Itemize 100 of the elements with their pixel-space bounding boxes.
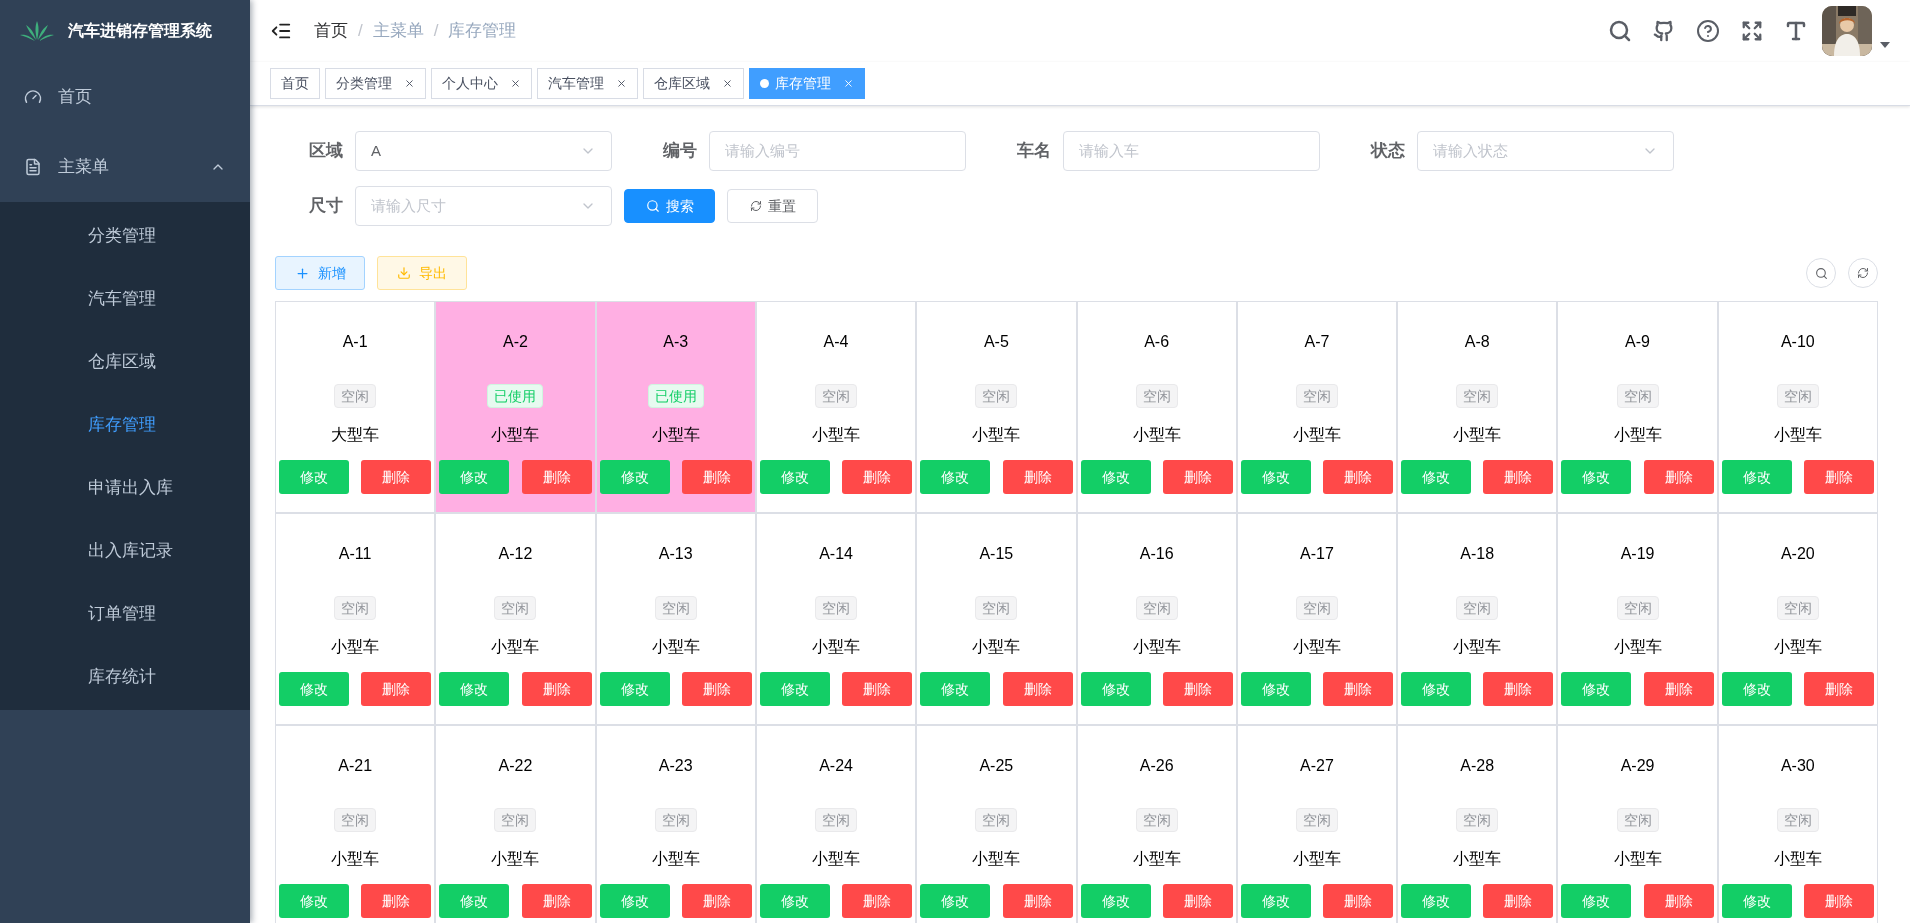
submenu-item[interactable]: 出入库记录 (0, 519, 250, 582)
help-icon[interactable] (1696, 19, 1720, 43)
search-icon[interactable] (1608, 19, 1632, 43)
edit-button[interactable]: 修改 (1240, 672, 1311, 706)
edit-button[interactable]: 修改 (1561, 884, 1632, 918)
delete-button[interactable]: 删除 (1804, 672, 1874, 706)
edit-button[interactable]: 修改 (1240, 460, 1311, 494)
car-type: 小型车 (331, 637, 380, 657)
menu-item[interactable]: 首页 (0, 62, 250, 132)
submenu-item[interactable]: 库存管理 (0, 393, 250, 456)
edit-button[interactable]: 修改 (1401, 460, 1472, 494)
close-icon[interactable] (616, 78, 627, 89)
edit-button[interactable]: 修改 (1721, 884, 1792, 918)
delete-button[interactable]: 删除 (1002, 884, 1073, 918)
submenu-item[interactable]: 分类管理 (0, 204, 250, 267)
edit-button[interactable]: 修改 (1401, 672, 1472, 706)
delete-button[interactable]: 删除 (681, 884, 752, 918)
edit-button[interactable]: 修改 (279, 672, 349, 706)
select-field[interactable]: 请输入尺寸 (355, 186, 612, 226)
edit-button[interactable]: 修改 (1240, 884, 1311, 918)
delete-button[interactable]: 删除 (1002, 672, 1073, 706)
fullscreen-icon[interactable] (1741, 20, 1763, 42)
delete-button[interactable]: 删除 (842, 884, 913, 918)
breadcrumb-item[interactable]: 首页 (314, 18, 348, 44)
close-icon[interactable] (404, 78, 415, 89)
edit-button[interactable]: 修改 (1080, 672, 1151, 706)
edit-button[interactable]: 修改 (1080, 460, 1151, 494)
tab[interactable]: 首页 (270, 68, 320, 99)
edit-button[interactable]: 修改 (759, 884, 830, 918)
edit-button[interactable]: 修改 (759, 460, 830, 494)
submenu-item[interactable]: 汽车管理 (0, 267, 250, 330)
edit-button[interactable]: 修改 (1721, 460, 1792, 494)
delete-button[interactable]: 删除 (1002, 460, 1073, 494)
delete-button[interactable]: 删除 (1323, 460, 1394, 494)
breadcrumb-item[interactable]: 主菜单 (372, 18, 424, 44)
edit-button[interactable]: 修改 (279, 460, 349, 494)
delete-button[interactable]: 删除 (1323, 884, 1394, 918)
avatar-button[interactable] (1822, 6, 1890, 56)
tab[interactable]: 库存管理 (749, 68, 865, 99)
delete-button[interactable]: 删除 (361, 884, 432, 918)
edit-button[interactable]: 修改 (599, 672, 670, 706)
submenu-item[interactable]: 申请出入库 (0, 456, 250, 519)
edit-button[interactable]: 修改 (1080, 884, 1151, 918)
reset-button[interactable]: 重置 (727, 189, 818, 223)
delete-button[interactable]: 删除 (681, 460, 752, 494)
submenu-item[interactable]: 仓库区域 (0, 330, 250, 393)
tab[interactable]: 仓库区域 (643, 68, 744, 99)
slot-code: A-25 (979, 756, 1014, 776)
delete-button[interactable]: 删除 (842, 672, 913, 706)
status-tag: 空闲 (1616, 596, 1659, 620)
close-icon[interactable] (510, 78, 521, 89)
delete-button[interactable]: 删除 (1643, 460, 1714, 494)
add-button[interactable]: 新增 (275, 256, 365, 290)
delete-button[interactable]: 删除 (1162, 672, 1233, 706)
edit-button[interactable]: 修改 (1561, 672, 1632, 706)
delete-button[interactable]: 删除 (1643, 672, 1714, 706)
delete-button[interactable]: 删除 (1162, 884, 1233, 918)
edit-button[interactable]: 修改 (920, 884, 991, 918)
car-type: 小型车 (972, 849, 1021, 869)
delete-button[interactable]: 删除 (1804, 460, 1874, 494)
edit-button[interactable]: 修改 (439, 460, 510, 494)
delete-button[interactable]: 删除 (1323, 672, 1394, 706)
select-field[interactable]: 请输入状态 (1417, 131, 1674, 171)
edit-button[interactable]: 修改 (759, 672, 830, 706)
delete-button[interactable]: 删除 (1483, 672, 1554, 706)
edit-button[interactable]: 修改 (1401, 884, 1472, 918)
close-icon[interactable] (722, 78, 733, 89)
delete-button[interactable]: 删除 (1483, 884, 1554, 918)
input-field[interactable]: 请输入车 (1063, 131, 1320, 171)
edit-button[interactable]: 修改 (439, 884, 510, 918)
delete-button[interactable]: 删除 (521, 884, 592, 918)
delete-button[interactable]: 删除 (1483, 460, 1554, 494)
delete-button[interactable]: 删除 (521, 460, 592, 494)
delete-button[interactable]: 删除 (842, 460, 913, 494)
edit-button[interactable]: 修改 (599, 460, 670, 494)
tab[interactable]: 分类管理 (325, 68, 426, 99)
select-field[interactable]: A (355, 131, 612, 171)
delete-button[interactable]: 删除 (681, 672, 752, 706)
edit-button[interactable]: 修改 (920, 460, 991, 494)
input-field[interactable]: 请输入编号 (709, 131, 966, 171)
tab[interactable]: 汽车管理 (537, 68, 638, 99)
delete-button[interactable]: 删除 (1804, 884, 1874, 918)
delete-button[interactable]: 删除 (361, 672, 432, 706)
delete-button[interactable]: 删除 (521, 672, 592, 706)
search-button[interactable]: 搜索 (624, 189, 715, 223)
delete-button[interactable]: 删除 (1643, 884, 1714, 918)
submenu-item[interactable]: 库存统计 (0, 645, 250, 708)
edit-button[interactable]: 修改 (1721, 672, 1792, 706)
submenu-item[interactable]: 订单管理 (0, 582, 250, 645)
delete-button[interactable]: 删除 (361, 460, 432, 494)
font-size-icon[interactable] (1784, 19, 1808, 43)
github-icon[interactable] (1653, 20, 1675, 42)
edit-button[interactable]: 修改 (279, 884, 349, 918)
menu-item[interactable]: 主菜单 (0, 132, 250, 202)
delete-button[interactable]: 删除 (1162, 460, 1233, 494)
edit-button[interactable]: 修改 (599, 884, 670, 918)
edit-button[interactable]: 修改 (439, 672, 510, 706)
tab[interactable]: 个人中心 (431, 68, 532, 99)
edit-button[interactable]: 修改 (1561, 460, 1632, 494)
edit-button[interactable]: 修改 (920, 672, 991, 706)
